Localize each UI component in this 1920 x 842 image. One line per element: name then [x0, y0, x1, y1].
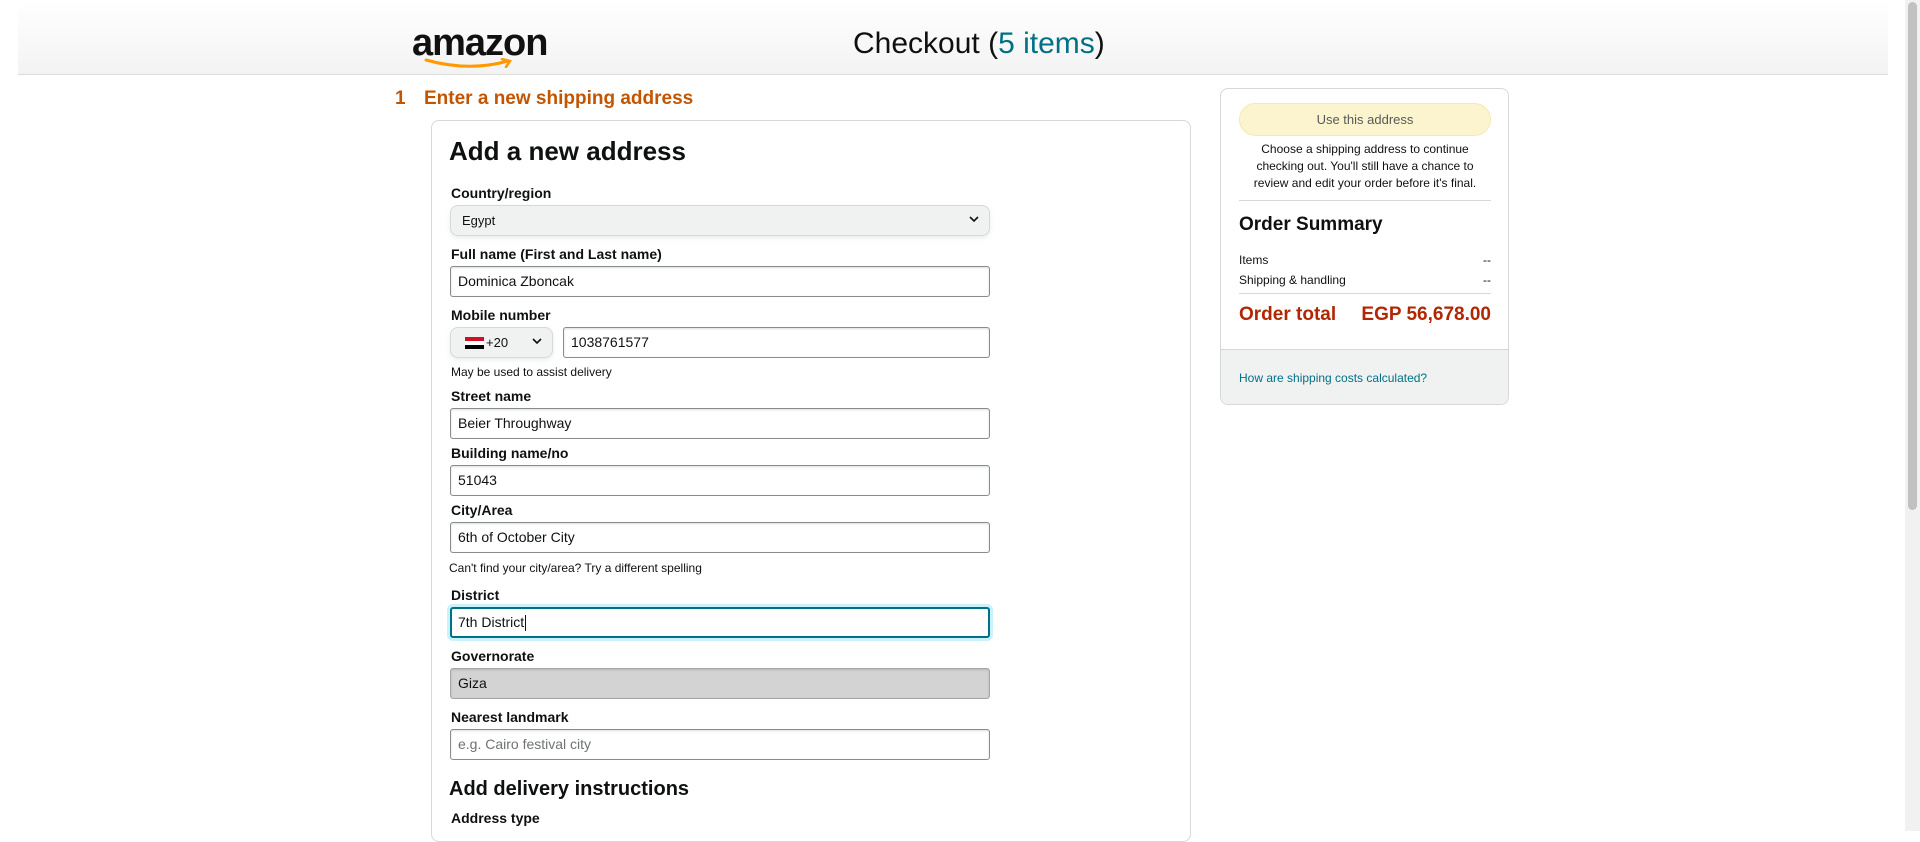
city-input[interactable]: 6th of October City: [450, 522, 990, 553]
district-input-value: 7th District: [458, 614, 525, 630]
country-select-value: Egypt: [462, 213, 496, 228]
step-heading: 1 Enter a new shipping address: [395, 88, 693, 110]
summary-row-value: --: [1483, 273, 1491, 287]
street-input[interactable]: Beier Throughway: [450, 408, 990, 439]
step-number: 1: [395, 88, 406, 109]
items-count-link[interactable]: 5 items: [998, 27, 1095, 60]
title-prefix: Checkout (: [853, 27, 999, 60]
district-input[interactable]: 7th District: [450, 607, 990, 638]
delivery-instructions-heading[interactable]: Add delivery instructions: [449, 776, 689, 802]
city-hint: Can't find your city/area? Try a differe…: [449, 561, 702, 575]
country-code-value: +20: [486, 335, 509, 350]
page-title: Checkout (5 items): [853, 24, 1105, 64]
summary-row-label: Items: [1239, 253, 1269, 267]
order-total-row: Order total EGP 56,678.00: [1239, 303, 1491, 327]
divider: [1239, 293, 1491, 294]
egypt-flag-icon: [465, 337, 484, 349]
country-code-select[interactable]: +20: [450, 327, 553, 358]
use-this-address-button[interactable]: Use this address: [1239, 103, 1491, 136]
country-select[interactable]: Egypt: [450, 205, 990, 236]
page-scrollbar[interactable]: [1905, 0, 1920, 831]
mobile-label: Mobile number: [451, 307, 551, 323]
landmark-input[interactable]: e.g. Cairo festival city: [450, 729, 990, 760]
step-label: Enter a new shipping address: [424, 88, 694, 109]
building-input[interactable]: 51043: [450, 465, 990, 496]
logo-smile-icon: [424, 58, 513, 68]
chevron-down-icon: [532, 338, 542, 345]
governorate-input[interactable]: Giza: [450, 668, 990, 699]
title-suffix: ): [1094, 27, 1105, 60]
full-name-input[interactable]: Dominica Zboncak: [450, 266, 990, 297]
amazon-logo[interactable]: amazon: [412, 22, 548, 68]
order-total-value: EGP 56,678.00: [1361, 304, 1491, 325]
address-type-label: Address type: [451, 810, 540, 826]
form-title: Add a new address: [449, 136, 686, 166]
city-label: City/Area: [451, 502, 513, 518]
district-label: District: [451, 587, 500, 603]
mobile-hint: May be used to assist delivery: [451, 365, 612, 379]
order-summary-title: Order Summary: [1239, 214, 1383, 235]
shipping-costs-link[interactable]: How are shipping costs calculated?: [1239, 371, 1427, 385]
mobile-number-input[interactable]: 1038761577: [563, 327, 990, 358]
text-cursor: [525, 615, 527, 632]
checkout-note: Choose a shipping address to continue ch…: [1253, 142, 1477, 190]
logo-wordmark: amazon: [412, 22, 548, 64]
full-name-label: Full name (First and Last name): [451, 246, 662, 262]
landmark-label: Nearest landmark: [451, 709, 569, 725]
summary-row-items: Items --: [1239, 252, 1491, 268]
scrollbar-thumb[interactable]: [1908, 2, 1917, 510]
header-bar: amazon Checkout (5 items): [18, 0, 1888, 75]
summary-row-label: Shipping & handling: [1239, 273, 1346, 287]
governorate-label: Governorate: [451, 648, 535, 664]
order-summary-panel: Use this address Choose a shipping addre…: [1220, 88, 1509, 405]
building-label: Building name/no: [451, 445, 569, 461]
summary-row-shipping: Shipping & handling --: [1239, 272, 1491, 288]
order-total-label: Order total: [1239, 304, 1337, 325]
summary-row-value: --: [1483, 253, 1491, 267]
country-label: Country/region: [451, 185, 552, 201]
street-label: Street name: [451, 388, 532, 404]
chevron-down-icon: [969, 216, 979, 223]
shipping-info-footer: How are shipping costs calculated?: [1221, 349, 1508, 404]
divider: [1239, 200, 1491, 201]
